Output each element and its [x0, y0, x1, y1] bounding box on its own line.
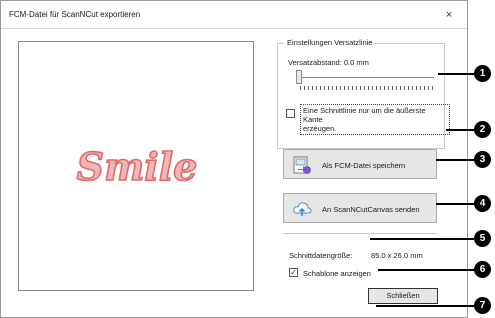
separator	[283, 233, 437, 234]
slider-track	[300, 77, 434, 79]
save-fcm-button[interactable]: Als FCM-Datei speichern	[283, 149, 437, 179]
save-fcm-icon	[293, 156, 311, 174]
send-canvas-button[interactable]: An ScanNCutCanvas senden	[283, 193, 437, 223]
callout-line-6	[378, 269, 480, 271]
cloud-upload-icon	[293, 202, 312, 216]
close-button[interactable]: Schließen	[368, 288, 438, 304]
send-canvas-label: An ScanNCutCanvas senden	[322, 205, 420, 214]
callout-2: 2	[474, 121, 491, 138]
outer-edge-label-line2: erzeugen.	[303, 124, 337, 133]
title-bar: FCM-Datei für ScanNCut exportieren ×	[1, 1, 467, 29]
slider-thumb[interactable]	[296, 70, 302, 84]
outer-edge-label: Eine Schnittlinie nur um die äußerste Ka…	[300, 104, 450, 135]
cut-size-value: 85.0 x 26.0 mm	[371, 251, 423, 260]
callout-6: 6	[474, 261, 491, 278]
callout-1: 1	[474, 65, 491, 82]
callout-3: 3	[474, 151, 491, 168]
outer-edge-checkbox[interactable]	[286, 109, 295, 118]
slider-ticks	[300, 86, 434, 90]
show-template-label: Schablone anzeigen	[303, 269, 371, 278]
callout-5: 5	[474, 230, 491, 247]
preview-smile-text: Smile	[77, 144, 198, 189]
callout-4: 4	[474, 195, 491, 212]
outer-edge-label-line1: Eine Schnittlinie nur um die äußerste Ka…	[303, 106, 426, 124]
cut-size-label: Schnittdatengröße:	[289, 251, 353, 260]
preview-pane: Smile	[18, 41, 254, 291]
callout-7: 7	[474, 297, 491, 314]
show-template-checkbox[interactable]: ✓	[289, 268, 298, 277]
dialog-title: FCM-Datei für ScanNCut exportieren	[9, 10, 141, 19]
save-fcm-label: Als FCM-Datei speichern	[322, 161, 406, 170]
offset-slider[interactable]	[296, 70, 436, 92]
offset-distance-label: Versatzabstand: 0.0 mm	[288, 58, 369, 67]
offset-settings-group: Einstellungen Versatzlinie Versatzabstan…	[277, 38, 450, 149]
preview-canvas: Smile	[76, 143, 198, 190]
close-icon[interactable]: ×	[441, 7, 457, 23]
group-legend: Einstellungen Versatzlinie	[284, 38, 376, 47]
outer-edge-option[interactable]: Eine Schnittlinie nur um die äußerste Ka…	[286, 104, 450, 135]
callout-line-5	[370, 238, 480, 240]
callout-line-7	[376, 305, 480, 307]
